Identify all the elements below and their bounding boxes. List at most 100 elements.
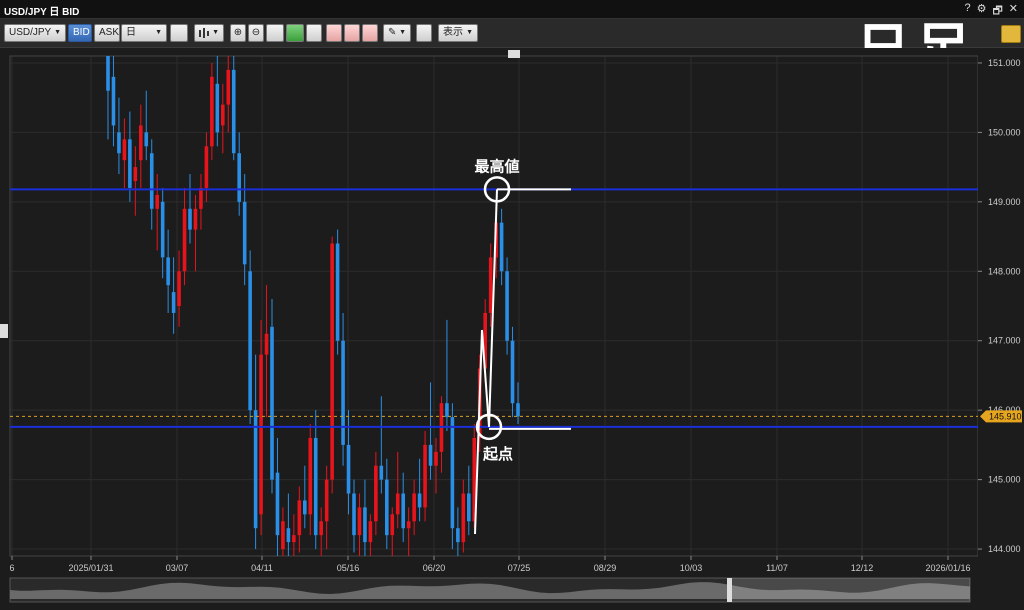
candle-body — [423, 444, 427, 508]
candle-body — [231, 69, 236, 154]
candle-body — [303, 500, 307, 515]
chevron-down-icon: ▼ — [399, 29, 406, 36]
bid-button[interactable]: BID — [68, 24, 92, 42]
candle-body — [237, 153, 241, 202]
candle-body — [193, 208, 198, 230]
y-tick-label: 149.000 — [988, 197, 1021, 207]
candle-body — [456, 528, 460, 543]
display-menu-button[interactable]: 表示 ▼ — [438, 24, 478, 42]
ask-button[interactable]: ASK — [94, 24, 120, 42]
x-tick-label: 11/07 — [766, 563, 788, 573]
start-label: 起点 — [482, 446, 513, 463]
candle-body — [122, 139, 127, 161]
candle-body — [111, 76, 116, 126]
candle-body — [286, 528, 291, 543]
candle-body — [488, 257, 493, 313]
candle-body — [166, 257, 170, 286]
candle-body — [417, 493, 422, 508]
zoom-out-icon: ⊖ — [251, 27, 261, 38]
candle-body — [363, 507, 367, 543]
symbol-select[interactable]: USD/JPY ▼ — [4, 24, 66, 42]
candle-body — [297, 500, 302, 536]
zoom-in-button[interactable]: ⊕ — [230, 24, 246, 42]
window-icon[interactable] — [416, 24, 432, 42]
pen-tool-button[interactable]: ✎ ▼ — [383, 24, 411, 42]
candle-body — [106, 56, 110, 91]
candle-body — [352, 493, 356, 536]
candle-body — [177, 271, 181, 306]
candle-body — [516, 403, 520, 417]
chart-type-button[interactable]: ▼ — [194, 24, 224, 42]
candle-body — [171, 292, 176, 313]
navigator-handle — [727, 578, 732, 602]
candle-body — [264, 333, 269, 355]
draw-tool-icon[interactable] — [326, 24, 342, 42]
current-price-label: 145.910 — [989, 411, 1022, 421]
candle-body — [221, 104, 225, 126]
left-panel-toggle-icon[interactable] — [0, 324, 8, 338]
y-tick-label: 144.000 — [988, 544, 1021, 554]
candle-body — [330, 243, 334, 480]
candle-body — [242, 201, 247, 265]
candle-body — [308, 437, 313, 515]
candle-body — [368, 521, 373, 543]
y-tick-label: 151.000 — [988, 58, 1021, 68]
candle-body — [226, 69, 231, 105]
period-select[interactable]: 日 ▼ — [121, 24, 167, 42]
candle-body — [270, 326, 274, 480]
candle-body — [324, 479, 329, 522]
candle-body — [357, 507, 362, 536]
chevron-down-icon: ▼ — [54, 29, 61, 36]
candle-body — [319, 521, 323, 536]
candle-body — [160, 201, 165, 258]
chart-area[interactable]: 最高値 起点 151.000 150.000 149.000 148.000 147.00… — [0, 48, 1024, 605]
panel-icon[interactable] — [306, 24, 322, 42]
display-label: 表示 — [443, 27, 463, 38]
candle-body — [499, 222, 504, 272]
candle-body — [346, 444, 351, 494]
candle-body — [467, 493, 471, 522]
x-tick-label: 07/25 — [508, 563, 531, 573]
delete-tool-icon[interactable] — [362, 24, 378, 42]
candle-body — [149, 153, 154, 209]
candle-body — [379, 465, 384, 480]
high-label: 最高値 — [474, 157, 519, 175]
zoom-out-button[interactable]: ⊖ — [248, 24, 264, 42]
period-label: 日 — [126, 27, 136, 38]
candle-body — [450, 417, 455, 529]
candle-body — [434, 451, 438, 466]
candle-body — [401, 493, 405, 529]
split-view-icon[interactable] — [266, 24, 284, 42]
chevron-down-icon: ▼ — [466, 29, 473, 36]
candle-body — [188, 208, 192, 230]
x-tick-label: 12/12 — [851, 563, 874, 573]
candle-body — [445, 403, 449, 418]
candle-body — [199, 187, 203, 209]
candle-body — [510, 340, 515, 404]
link-icon[interactable] — [170, 24, 188, 42]
candle-body — [281, 521, 285, 550]
candle-body — [210, 76, 214, 147]
candle-body — [374, 465, 378, 522]
top-panel-toggle-icon[interactable] — [508, 50, 520, 58]
settings-panel-icon[interactable] — [1001, 25, 1021, 43]
candle-body — [204, 146, 209, 188]
copy-tool-icon[interactable] — [344, 24, 360, 42]
candle-body — [335, 243, 340, 341]
pen-icon: ✎ — [388, 27, 397, 38]
window-layout-icon[interactable] — [286, 24, 304, 42]
x-tick-label: 2025/01/31 — [68, 563, 113, 573]
candle-body — [428, 444, 433, 466]
symbol-label: USD/JPY — [9, 27, 52, 38]
candlestick-chart[interactable]: 最高値起点 151.000 150.000 149.000 148.000 147.00… — [0, 48, 1024, 605]
x-tick-label: 08/29 — [594, 563, 617, 573]
window-title: USD/JPY 日 BID — [4, 7, 80, 18]
navigator[interactable] — [9, 577, 971, 603]
candlestick-icon — [199, 28, 209, 38]
chevron-down-icon: ▼ — [212, 29, 219, 36]
chart-background — [0, 48, 1024, 605]
x-tick-label: 04/11 — [251, 563, 273, 573]
candle-body — [139, 125, 143, 161]
y-tick-label: 150.000 — [988, 127, 1021, 137]
candle-body — [390, 514, 395, 536]
